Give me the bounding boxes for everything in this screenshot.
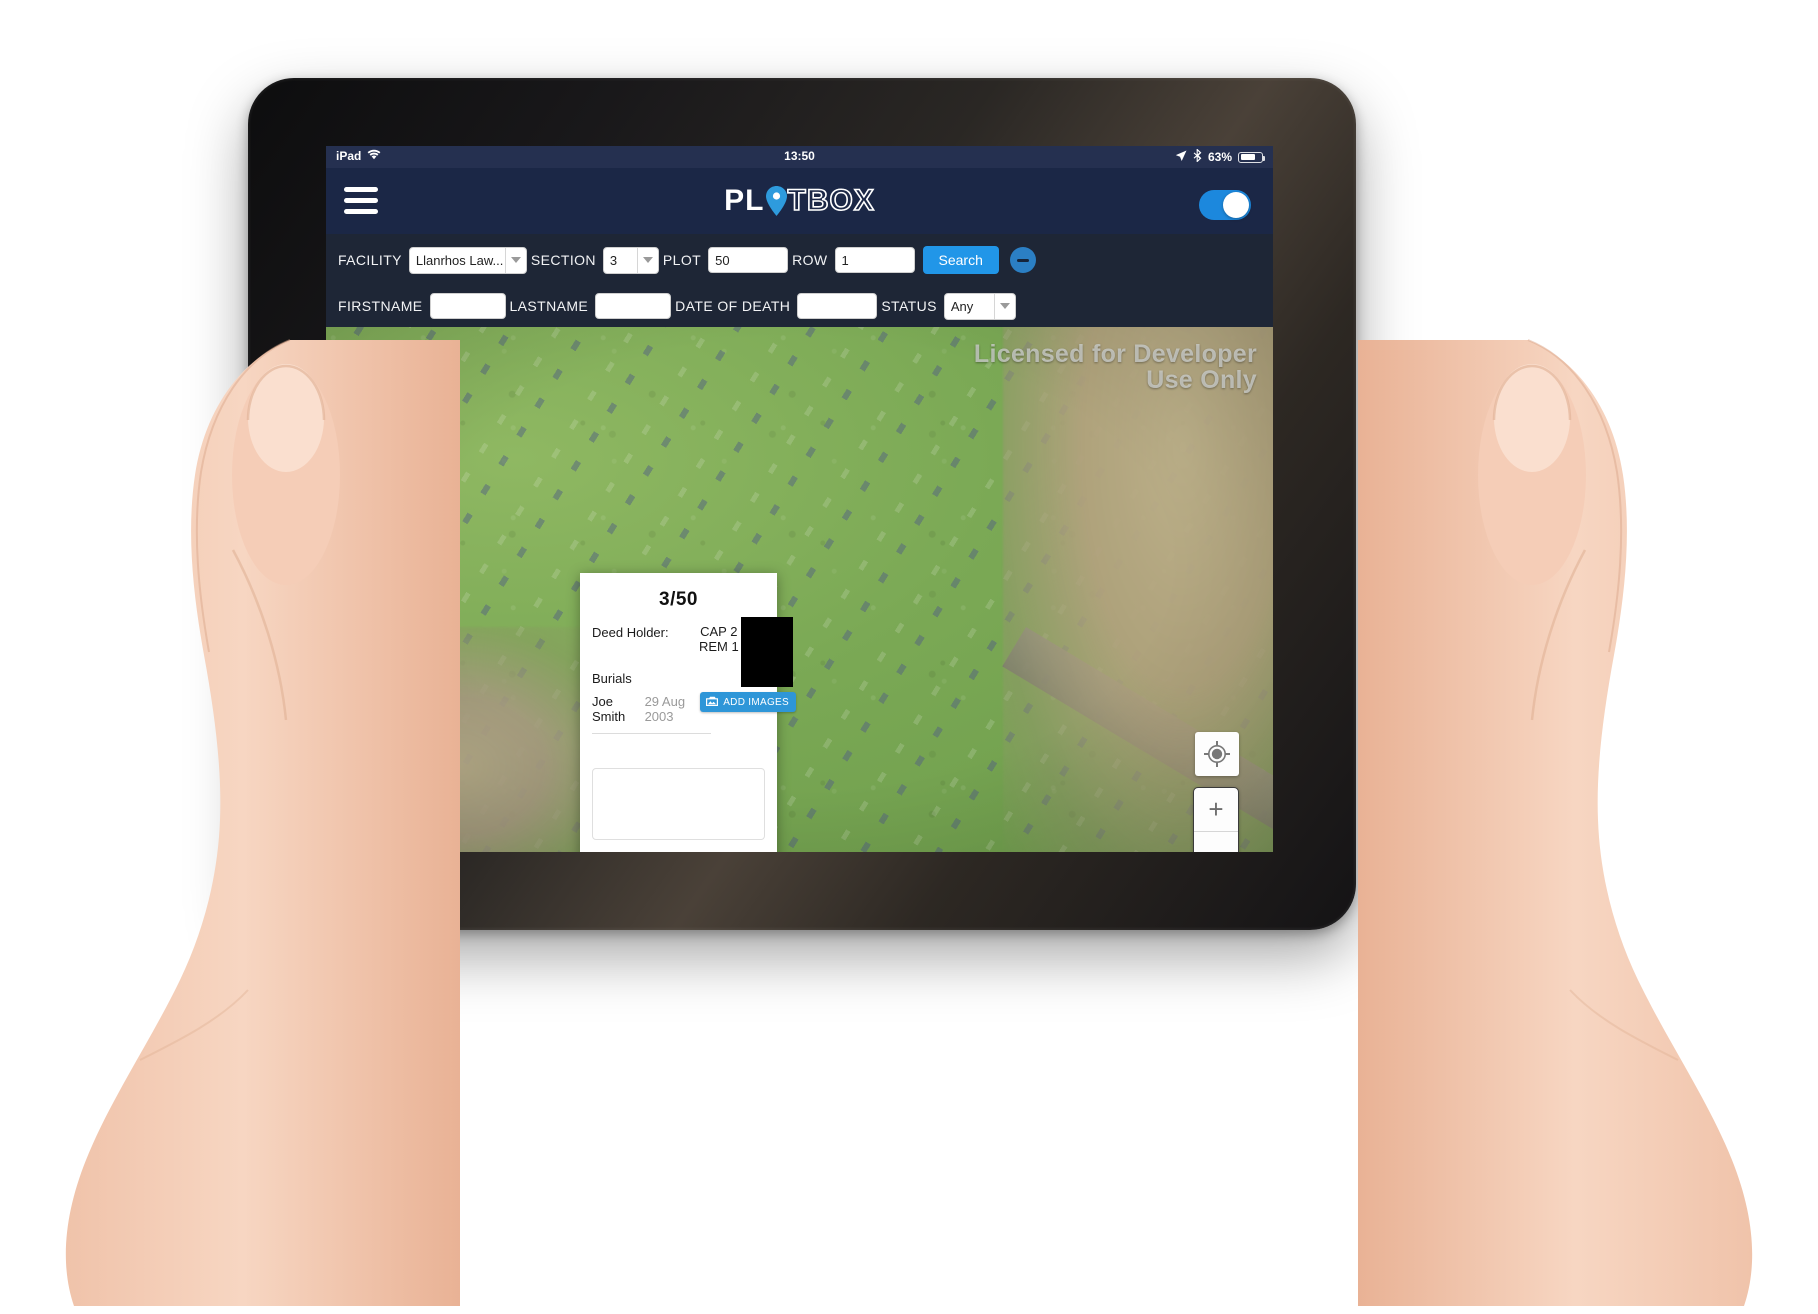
deed-holder-row: Deed Holder: CAP 2 REM 1 [592, 624, 765, 654]
status-label: STATUS [881, 298, 937, 314]
map-mode-toggle[interactable] [1199, 190, 1251, 220]
cemetery-map[interactable]: Licensed for Developer Use Only + − [326, 327, 1273, 852]
row-label: ROW [792, 252, 828, 268]
facility-select-value: Llanrhos Law... [415, 252, 504, 268]
burial-name: Joe Smith [592, 694, 626, 725]
right-hand [1358, 300, 1818, 1310]
date-of-death-input[interactable] [797, 293, 878, 319]
facility-label: FACILITY [338, 252, 402, 268]
license-watermark: Licensed for Developer Use Only [957, 341, 1257, 394]
notes-textarea[interactable] [592, 768, 765, 841]
deed-holder-line-2: REM 1 [698, 638, 739, 654]
status-bar-right: 63% [1175, 148, 1265, 165]
location-arrow-icon [1175, 150, 1187, 165]
section-select[interactable]: 3 [602, 246, 659, 274]
logo-text-part1: PL [724, 184, 765, 217]
plot-title: 3/50 [659, 589, 698, 610]
add-images-button[interactable]: ADD IMAGES [700, 692, 796, 712]
section-select-value: 3 [609, 252, 618, 268]
plot-label: PLOT [662, 252, 702, 268]
plotbox-logo: PL TBOX [326, 182, 1273, 220]
plot-photo-thumbnail[interactable] [741, 617, 793, 687]
burials-section-label: Burials [592, 671, 632, 687]
aerial-imagery [326, 327, 1273, 852]
lastname-label: LASTNAME [509, 298, 589, 314]
screenshot-stage: iPad 13:50 63% PL TBOX FACILITY Llanrhos… [0, 0, 1818, 1314]
battery-icon [1238, 151, 1265, 163]
plot-info-card: 3/50 Deed Holder: CAP 2 REM 1 ADD IMAGES… [580, 573, 796, 852]
bluetooth-icon [1193, 148, 1202, 165]
zoom-in-button[interactable]: + [1194, 788, 1238, 832]
deed-holder-line-1: CAP 2 [700, 624, 738, 639]
search-filter-panel: FACILITY Llanrhos Law... SECTION 3 PLOT … [326, 234, 1273, 327]
watermark-line-1: Licensed for Developer [973, 340, 1257, 368]
plot-input[interactable] [708, 247, 789, 273]
left-hand [0, 300, 460, 1310]
add-images-label: ADD IMAGES [723, 696, 789, 708]
chevron-down-icon [636, 247, 658, 273]
status-bar-clock: 13:50 [784, 149, 815, 163]
date-of-death-label: DATE OF DEATH [675, 298, 791, 314]
search-button[interactable]: Search [922, 246, 999, 274]
app-navbar: PL TBOX [326, 168, 1273, 234]
zoom-out-button[interactable]: − [1194, 832, 1238, 852]
map-zoom-controls: + − [1193, 787, 1239, 852]
crosshair-locate-icon[interactable] [1195, 732, 1239, 776]
row-input[interactable] [834, 247, 915, 273]
tablet-screen: iPad 13:50 63% PL TBOX FACILITY Llanrhos… [326, 146, 1273, 852]
chevron-down-icon [993, 293, 1015, 319]
section-label: SECTION [530, 252, 596, 268]
burial-list-item[interactable]: Joe Smith 29 Aug 2003 [592, 694, 711, 735]
map-pin-icon [765, 186, 787, 216]
filter-row-location: FACILITY Llanrhos Law... SECTION 3 PLOT … [326, 234, 1273, 283]
chevron-down-icon [504, 247, 526, 273]
ios-status-bar: iPad 13:50 63% [326, 146, 1273, 168]
add-image-icon [705, 695, 719, 710]
logo-text-part2: TBOX [787, 183, 875, 218]
minus-circle-icon[interactable] [1009, 247, 1036, 273]
battery-percent-label: 63% [1207, 150, 1232, 164]
status-select-value: Any [950, 298, 974, 314]
lastname-input[interactable] [595, 293, 672, 319]
watermark-line-2: Use Only [1146, 366, 1257, 395]
facility-select[interactable]: Llanrhos Law... [408, 246, 527, 274]
deed-holder-label: Deed Holder: [592, 625, 669, 640]
filter-row-person: FIRSTNAME LASTNAME DATE OF DEATH STATUS … [326, 283, 1273, 329]
status-select[interactable]: Any [943, 292, 1016, 320]
